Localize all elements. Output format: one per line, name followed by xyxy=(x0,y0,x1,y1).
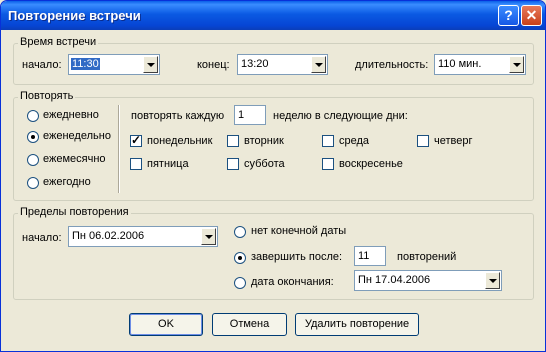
radio-end-by-label[interactable]: дата окончания: xyxy=(251,276,334,288)
radio-no-end-date[interactable] xyxy=(234,226,246,238)
pattern-divider xyxy=(118,105,120,193)
occurrences-input[interactable]: 11 xyxy=(354,246,386,266)
every-weeks-input[interactable]: 1 xyxy=(234,105,266,125)
dialog-title: Повторение встречи xyxy=(8,8,141,23)
remove-recurrence-button[interactable]: Удалить повторение xyxy=(295,313,419,336)
duration-label: длительность: xyxy=(355,59,429,71)
chevron-down-icon[interactable] xyxy=(485,272,500,289)
chevron-down-icon[interactable] xyxy=(311,56,326,73)
duration-value: 110 мин. xyxy=(438,58,482,70)
radio-end-after-label[interactable]: завершить после: xyxy=(251,251,342,263)
radio-yearly-label[interactable]: ежегодно xyxy=(43,176,91,188)
checkbox-tuesday-label[interactable]: вторник xyxy=(244,135,284,147)
chevron-down-icon[interactable] xyxy=(143,56,158,73)
chevron-down-icon[interactable] xyxy=(201,228,216,245)
checkbox-saturday-label[interactable]: суббота xyxy=(244,158,285,170)
checkbox-saturday[interactable] xyxy=(227,158,239,170)
end-time-combo[interactable]: 13:20 xyxy=(237,54,328,75)
radio-daily-label[interactable]: ежедневно xyxy=(43,109,99,121)
radio-no-end-date-label[interactable]: нет конечной даты xyxy=(251,225,346,237)
ok-button[interactable]: OK xyxy=(129,313,203,336)
title-bar: Повторение встречи ? ✕ xyxy=(1,1,545,30)
radio-weekly-label[interactable]: еженедельно xyxy=(43,130,111,142)
recurrence-range-legend: Пределы повторения xyxy=(18,206,131,218)
close-button[interactable]: ✕ xyxy=(521,5,542,26)
radio-yearly[interactable] xyxy=(27,177,39,189)
duration-combo[interactable]: 110 мин. xyxy=(434,54,526,75)
cancel-button[interactable]: Отмена xyxy=(212,313,287,336)
end-time-value: 13:20 xyxy=(241,58,269,70)
checkbox-thursday-label[interactable]: четверг xyxy=(434,135,473,147)
occurrences-label: повторений xyxy=(397,251,457,263)
range-start-value: Пн 06.02.2006 xyxy=(72,230,145,242)
chevron-down-icon[interactable] xyxy=(509,56,524,73)
checkbox-wednesday-label[interactable]: среда xyxy=(339,135,369,147)
weeks-on-label: неделю в следующие дни: xyxy=(273,110,408,122)
start-time-combo[interactable]: 11:30 xyxy=(68,54,160,75)
checkbox-tuesday[interactable] xyxy=(227,135,239,147)
checkbox-thursday[interactable] xyxy=(417,135,429,147)
checkbox-friday-label[interactable]: пятница xyxy=(147,158,189,170)
checkbox-monday[interactable] xyxy=(130,133,142,147)
radio-end-after[interactable] xyxy=(234,252,246,264)
checkbox-friday[interactable] xyxy=(130,158,142,170)
help-button[interactable]: ? xyxy=(498,5,519,26)
radio-weekly[interactable] xyxy=(27,131,39,143)
radio-daily[interactable] xyxy=(27,110,39,122)
start-time-label: начало: xyxy=(22,59,62,71)
end-by-date-combo[interactable]: Пн 17.04.2006 xyxy=(354,270,502,291)
end-by-date-value: Пн 17.04.2006 xyxy=(358,274,431,286)
checkbox-sunday-label[interactable]: воскресенье xyxy=(339,158,403,170)
radio-monthly[interactable] xyxy=(27,154,39,166)
every-weeks-value: 1 xyxy=(238,109,245,121)
recurrence-dialog: Повторение встречи ? ✕ Время встречи нач… xyxy=(0,0,546,352)
start-time-value: 11:30 xyxy=(71,58,100,70)
appointment-time-legend: Время встречи xyxy=(18,36,99,48)
end-time-label: конец: xyxy=(197,59,230,71)
checkbox-sunday[interactable] xyxy=(322,158,334,170)
radio-end-by[interactable] xyxy=(234,277,246,289)
every-label: повторять каждую xyxy=(131,110,225,122)
checkbox-wednesday[interactable] xyxy=(322,135,334,147)
range-start-label: начало: xyxy=(22,232,62,244)
occurrences-value: 11 xyxy=(358,250,370,262)
radio-monthly-label[interactable]: ежемесячно xyxy=(43,153,106,165)
recurrence-pattern-legend: Повторять xyxy=(18,90,76,102)
range-start-combo[interactable]: Пн 06.02.2006 xyxy=(68,226,218,247)
checkbox-monday-label[interactable]: понедельник xyxy=(147,135,212,147)
